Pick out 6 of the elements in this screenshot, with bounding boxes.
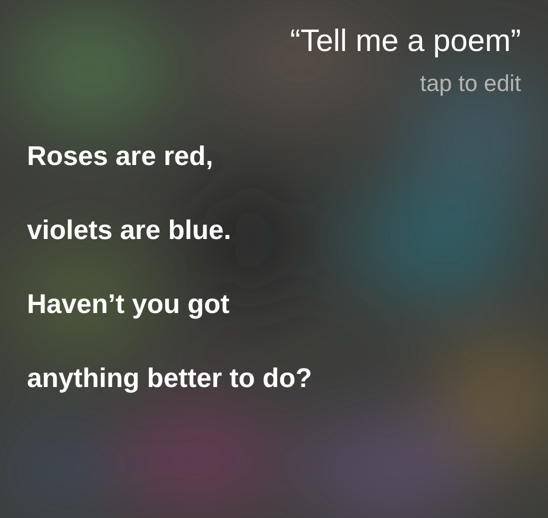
poem-line: anything better to do? bbox=[27, 362, 312, 394]
poem-line: Roses are red, bbox=[27, 140, 214, 172]
tap-to-edit-link[interactable]: tap to edit bbox=[420, 68, 521, 98]
query-text: “Tell me a poem” bbox=[290, 22, 521, 60]
poem-line: violets are blue. bbox=[27, 214, 232, 246]
poem-line: Haven’t you got bbox=[27, 288, 230, 320]
